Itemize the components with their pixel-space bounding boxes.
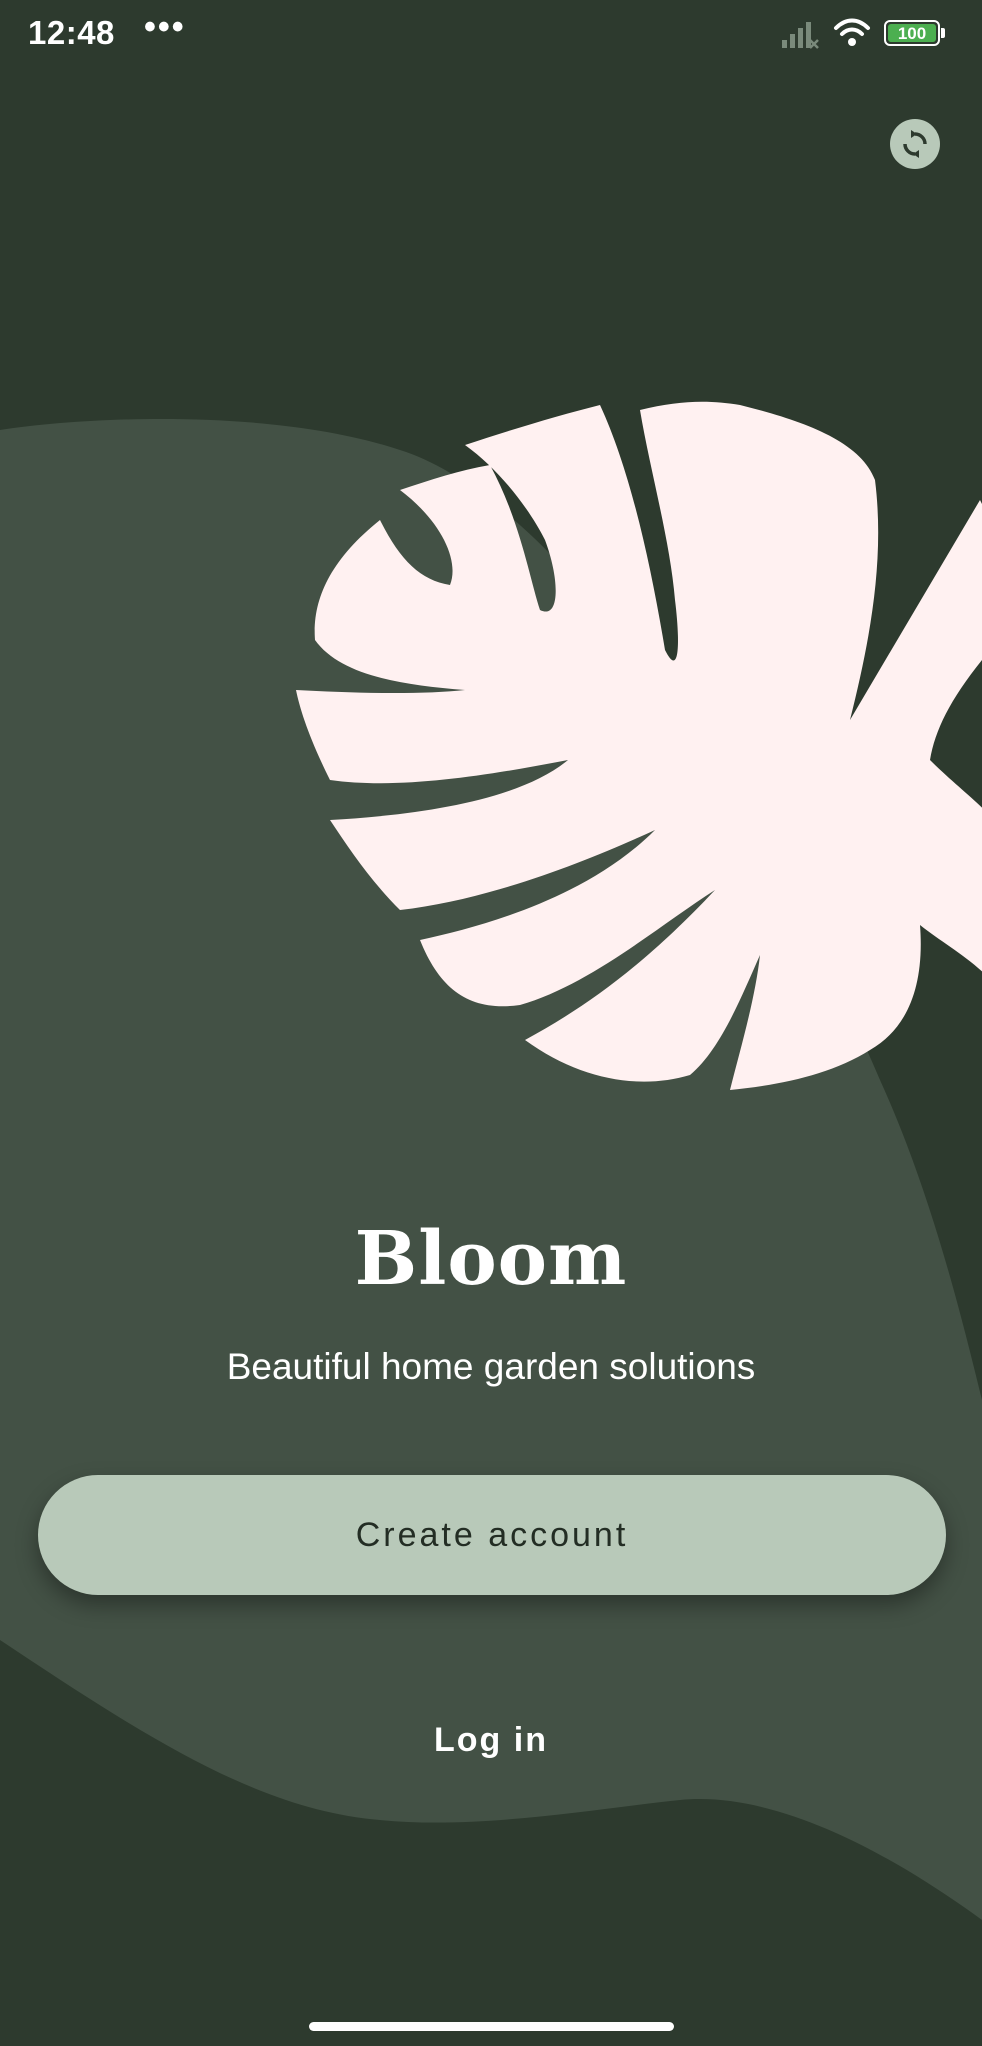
status-time: 12:48 <box>28 14 115 51</box>
welcome-screen: 12:48 ••• 100 Bloom Beautiful home garde… <box>0 0 982 2046</box>
create-account-button[interactable]: Create account <box>38 1475 946 1595</box>
battery-icon: 100 <box>884 20 950 50</box>
signal-icon <box>782 22 819 49</box>
sync-icon <box>903 130 927 158</box>
home-indicator[interactable] <box>309 2022 674 2031</box>
create-account-label: Create account <box>355 1515 629 1554</box>
status-bar: 12:48 ••• 100 <box>0 0 982 70</box>
more-indicator-icon: ••• <box>144 8 186 46</box>
theme-toggle-button[interactable] <box>890 119 940 169</box>
wifi-icon <box>834 18 870 46</box>
app-subtitle: Beautiful home garden solutions <box>226 1346 756 1387</box>
battery-tip <box>941 28 945 38</box>
battery-level: 100 <box>888 24 936 43</box>
app-title: Bloom <box>354 1216 628 1302</box>
login-button[interactable]: Log in <box>391 1710 591 1770</box>
battery-body: 100 <box>884 20 940 46</box>
